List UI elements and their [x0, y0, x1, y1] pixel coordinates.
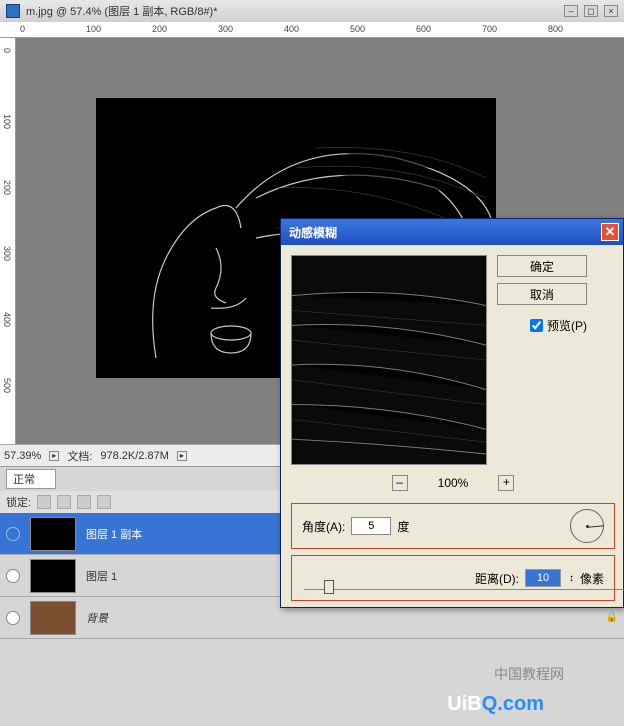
lock-position-icon[interactable] [77, 495, 91, 509]
zoom-in-button[interactable]: + [498, 475, 514, 491]
lock-paint-icon[interactable] [57, 495, 71, 509]
window-titlebar: m.jpg @ 57.4% (图层 1 副本, RGB/8#)* – ◻ × [0, 0, 624, 22]
lock-all-icon[interactable] [97, 495, 111, 509]
angle-unit: 度 [397, 518, 409, 535]
distance-label: 距离(D): [475, 570, 519, 587]
lock-icon: 🔒 [606, 612, 618, 623]
visibility-icon[interactable] [6, 611, 20, 625]
slider-thumb[interactable] [324, 580, 334, 594]
dialog-titlebar[interactable]: 动感模糊 ✕ [281, 219, 623, 245]
angle-dial[interactable] [570, 509, 604, 543]
window-title: m.jpg @ 57.4% (图层 1 副本, RGB/8#)* [26, 3, 218, 19]
distance-slider[interactable] [304, 586, 624, 590]
cancel-button[interactable]: 取消 [497, 283, 587, 305]
dialog-close-button[interactable]: ✕ [601, 223, 619, 241]
ruler-vertical: 0 100 200 300 400 500 [0, 38, 16, 444]
minimize-button[interactable]: – [564, 5, 578, 17]
ruler-horizontal: 0 100 200 300 400 500 600 700 800 [0, 22, 624, 38]
zoom-out-button[interactable]: – [392, 475, 408, 491]
lock-transparency-icon[interactable] [37, 495, 51, 509]
distance-unit: 像素 [580, 570, 604, 587]
visibility-icon[interactable] [6, 569, 20, 583]
layer-name: 背景 [86, 610, 108, 626]
dialog-title: 动感模糊 [289, 224, 337, 241]
logo: UiBQ.com [447, 693, 544, 716]
preview-zoom-controls: – 100% + [291, 475, 615, 491]
angle-label: 角度(A): [302, 518, 345, 535]
doc-info: 978.2K/2.87M [100, 450, 169, 462]
angle-input[interactable] [351, 517, 391, 535]
watermark-cn: 中国教程网 [494, 664, 564, 684]
ok-button[interactable]: 确定 [497, 255, 587, 277]
visibility-icon[interactable] [6, 527, 20, 541]
app-icon [6, 4, 20, 18]
preview-checkbox[interactable]: 预览(P) [530, 317, 587, 334]
close-button[interactable]: × [604, 5, 618, 17]
layer-name: 图层 1 [86, 568, 117, 584]
layer-name: 图层 1 副本 [86, 526, 142, 542]
restore-button[interactable]: ◻ [584, 5, 598, 17]
doc-dropdown-icon[interactable]: ▸ [177, 451, 187, 461]
motion-blur-dialog: 动感模糊 ✕ 确定 取消 [280, 218, 624, 608]
zoom-dropdown-icon[interactable]: ▸ [49, 451, 59, 461]
layer-thumbnail [30, 517, 76, 551]
blend-mode-select[interactable]: 正常 [6, 469, 56, 489]
lock-label: 锁定: [6, 494, 31, 510]
layer-thumbnail [30, 601, 76, 635]
distance-input[interactable] [525, 569, 561, 587]
cursor-icon: ↕ [569, 573, 574, 584]
zoom-level: 100% [438, 476, 469, 490]
preview-checkbox-input[interactable] [530, 319, 543, 332]
doc-label: 文档: [67, 448, 92, 464]
angle-group: 角度(A): 度 [291, 503, 615, 549]
preview-thumbnail[interactable] [291, 255, 487, 465]
zoom-readout: 57.39% [4, 450, 41, 462]
layer-thumbnail [30, 559, 76, 593]
distance-group: 距离(D): ↕ 像素 [291, 555, 615, 601]
